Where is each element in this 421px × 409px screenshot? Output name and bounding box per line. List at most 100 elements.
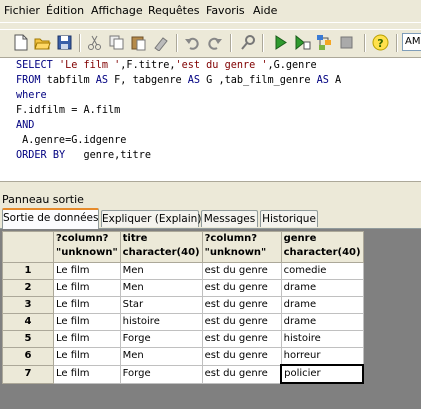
redo-icon[interactable] — [206, 34, 223, 51]
table-cell[interactable]: Forge — [119, 330, 203, 348]
clear-icon[interactable] — [152, 34, 169, 51]
table-row[interactable]: 7 Le film Forge est du genre policier — [2, 364, 365, 384]
table-cell[interactable]: est du genre — [201, 330, 282, 348]
find-icon[interactable] — [240, 34, 257, 51]
toolbar: ? AM — [0, 29, 421, 56]
row-number[interactable]: 3 — [2, 296, 54, 314]
copy-icon[interactable] — [108, 34, 125, 51]
toolbar-separator — [364, 34, 366, 52]
help-icon[interactable]: ? — [372, 34, 389, 51]
table-cell[interactable]: Le film — [53, 364, 121, 384]
toolbar-separator — [79, 34, 81, 52]
table-cell[interactable]: est du genre — [201, 262, 282, 280]
column-header[interactable]: genre character(40) — [280, 231, 364, 263]
table-cell[interactable]: drame — [280, 313, 364, 331]
stop-icon[interactable] — [338, 34, 355, 51]
column-name: ?column? — [204, 233, 258, 244]
selected-cell[interactable]: policier — [280, 364, 365, 384]
table-row[interactable]: 6 Le film Men est du genre horreur — [2, 347, 364, 366]
table-row[interactable]: 1 Le film Men est du genre comedie — [2, 262, 364, 280]
table-cell[interactable]: Le film — [53, 296, 121, 314]
undo-icon[interactable] — [184, 34, 201, 51]
execute-icon[interactable] — [272, 34, 289, 51]
output-panel-title: Panneau sortie — [2, 193, 84, 206]
execute-to-file-icon[interactable] — [294, 34, 311, 51]
tab-messages[interactable]: Messages — [201, 210, 258, 227]
table-cell[interactable]: Forge — [119, 364, 203, 384]
toolbar-separator — [230, 34, 232, 52]
menu-bar: Fichier Édition Affichage Requêtes Favor… — [0, 0, 421, 23]
table-cell[interactable]: histoire — [280, 330, 364, 348]
table-cell[interactable]: histoire — [119, 313, 203, 331]
table-row[interactable]: 2 Le film Men est du genre drame — [2, 279, 364, 297]
table-cell[interactable]: Le film — [53, 347, 121, 366]
menu-aide[interactable]: Aide — [253, 4, 277, 17]
menu-fichier[interactable]: Fichier — [4, 4, 40, 17]
new-file-icon[interactable] — [12, 34, 29, 51]
row-number[interactable]: 4 — [2, 313, 54, 331]
sql-editor[interactable]: SELECT 'Le film ',F.titre,'est du genre … — [0, 57, 421, 182]
connection-dropdown[interactable]: AM — [402, 33, 421, 51]
editor-line: A.genre=G.idgenre — [16, 135, 127, 146]
editor-line: F.idfilm = A.film — [16, 105, 121, 116]
tab-data-output[interactable]: Sortie de données — [2, 208, 99, 229]
table-row[interactable]: 5 Le film Forge est du genre histoire — [2, 330, 364, 348]
column-name: genre — [283, 233, 317, 244]
row-number[interactable]: 7 — [2, 364, 54, 384]
toolbar-separator — [176, 34, 178, 52]
column-header[interactable]: ?column? "unknown" — [201, 231, 282, 263]
panel-splitter[interactable] — [0, 182, 421, 188]
open-folder-icon[interactable] — [34, 34, 51, 51]
table-cell[interactable]: Le film — [53, 313, 121, 331]
tab-history[interactable]: Historique — [260, 210, 318, 227]
toolbar-separator — [396, 34, 398, 52]
toolbar-separator — [262, 34, 264, 52]
column-name: ?column? — [56, 233, 109, 244]
column-type: "unknown" — [204, 247, 267, 258]
table-cell[interactable]: Le film — [53, 262, 121, 280]
table-cell[interactable]: Men — [119, 347, 203, 366]
paste-icon[interactable] — [130, 34, 147, 51]
table-cell[interactable]: comedie — [280, 262, 364, 280]
table-cell[interactable]: est du genre — [201, 313, 282, 331]
editor-line: ORDER BY genre,titre — [16, 150, 151, 161]
column-header[interactable]: titre character(40) — [119, 231, 203, 263]
table-cell[interactable]: est du genre — [201, 279, 282, 297]
table-cell[interactable]: est du genre — [201, 296, 282, 314]
editor-line: where — [16, 90, 47, 101]
save-icon[interactable] — [56, 34, 73, 51]
table-cell[interactable]: Star — [119, 296, 203, 314]
editor-line: FROM tabfilm AS F, tabgenre AS G ,tab_fi… — [16, 75, 342, 86]
row-number[interactable]: 6 — [2, 347, 54, 366]
row-number[interactable]: 2 — [2, 279, 54, 297]
table-cell[interactable]: est du genre — [201, 364, 282, 384]
menu-requetes[interactable]: Requêtes — [148, 4, 199, 17]
tab-explain[interactable]: Expliquer (Explain) — [101, 210, 201, 227]
table-row[interactable]: 3 Le film Star est du genre drame — [2, 296, 364, 314]
table-cell[interactable]: drame — [280, 296, 364, 314]
column-type: character(40) — [122, 247, 200, 258]
row-number[interactable]: 5 — [2, 330, 54, 348]
cut-icon[interactable] — [86, 34, 103, 51]
results-area: ?column? "unknown" titre character(40) ?… — [0, 228, 421, 409]
table-cell[interactable]: Men — [119, 279, 203, 297]
menu-favoris[interactable]: Favoris — [206, 4, 245, 17]
table-cell[interactable]: drame — [280, 279, 364, 297]
explain-icon[interactable] — [316, 34, 333, 51]
table-row[interactable]: 4 Le film histoire est du genre drame — [2, 313, 364, 331]
editor-line: SELECT 'Le film ',F.titre,'est du genre … — [16, 60, 317, 71]
row-number-header[interactable] — [2, 231, 54, 263]
table-cell[interactable]: est du genre — [201, 347, 282, 366]
table-cell[interactable]: Men — [119, 262, 203, 280]
column-type: "unknown" — [56, 247, 118, 258]
column-header[interactable]: ?column? "unknown" — [53, 231, 121, 263]
table-cell[interactable]: Le film — [53, 330, 121, 348]
table-cell[interactable]: Le film — [53, 279, 121, 297]
row-number[interactable]: 1 — [2, 262, 54, 280]
column-name: titre — [122, 233, 148, 244]
table-cell[interactable]: horreur — [280, 347, 364, 366]
menu-affichage[interactable]: Affichage — [91, 4, 143, 17]
output-tabs: Sortie de données Expliquer (Explain) Me… — [0, 208, 421, 229]
column-type: character(40) — [283, 247, 361, 258]
menu-edition[interactable]: Édition — [46, 4, 84, 17]
